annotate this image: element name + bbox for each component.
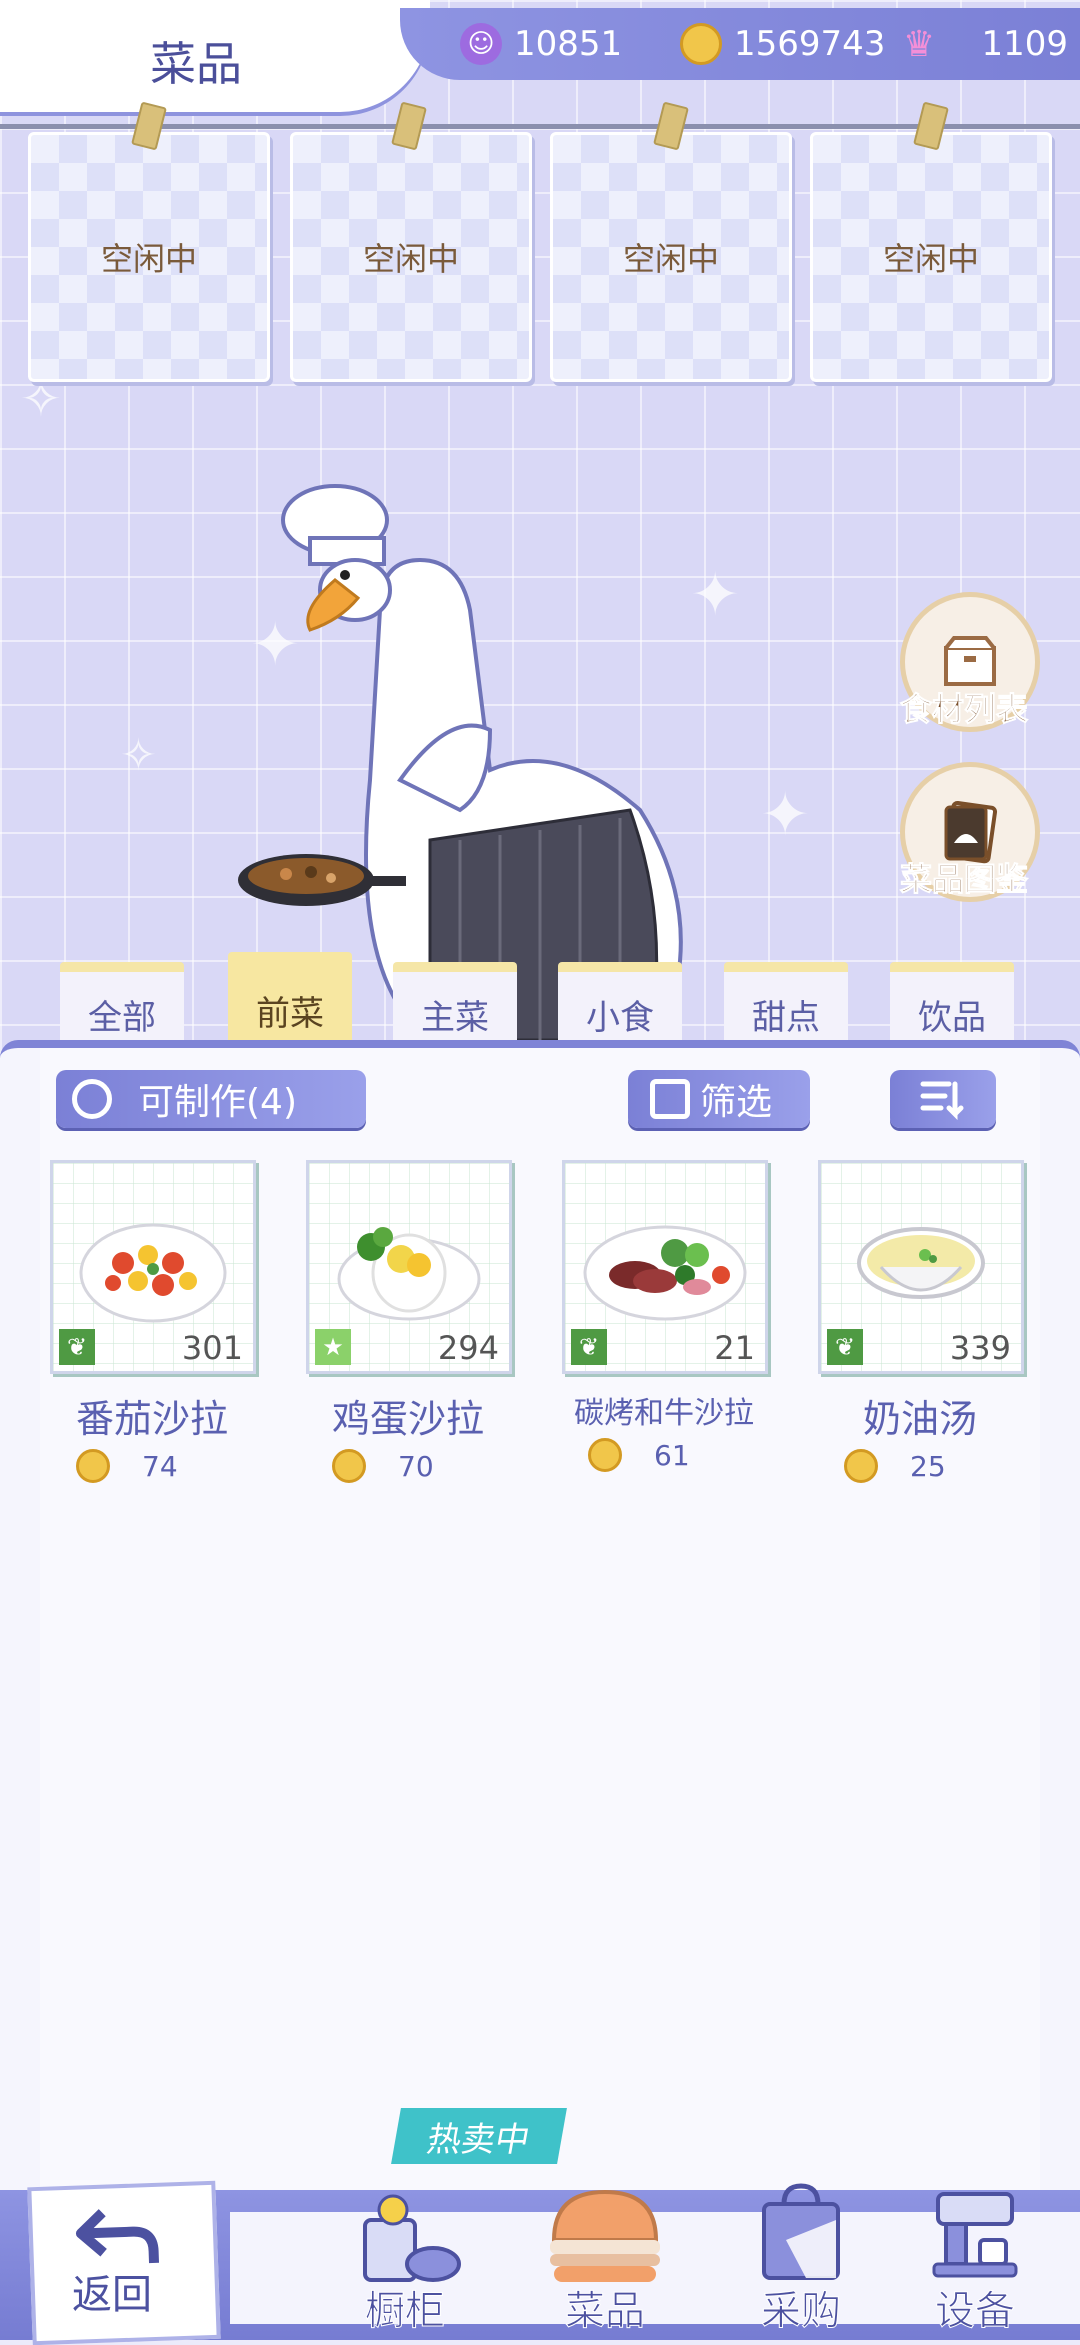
pink-swan-icon: ♛ (902, 23, 936, 65)
sort-list-icon (920, 1081, 964, 1120)
nav-label: 菜品 (565, 2288, 646, 2335)
dish-price: 25 (844, 1449, 1022, 1483)
slot-status: 空闲中 (882, 240, 979, 278)
gold-coin-icon (332, 1449, 366, 1483)
sort-button[interactable] (890, 1070, 996, 1128)
burger-icon (550, 2189, 660, 2282)
hot-sale-tag: 热卖中 (391, 2108, 567, 2164)
leaf-icon: ❦ (59, 1329, 95, 1365)
star-icon: ★ (315, 1329, 351, 1365)
currency-gem[interactable]: ☺ 10851 (460, 8, 622, 80)
dish-name: 番茄沙拉 (75, 1397, 228, 1441)
dish-card[interactable]: ❦ 339 (818, 1160, 1024, 1374)
slot-status: 空闲中 (362, 240, 459, 278)
cooking-slot-4[interactable]: 空闲中 (810, 132, 1052, 382)
dish-item[interactable]: ❦ 21 碳烤和牛沙拉 61 (562, 1160, 768, 1472)
price-value: 74 (142, 1449, 178, 1483)
page-title: 菜品 (150, 37, 242, 91)
gold-coin-icon (588, 1438, 622, 1472)
price-value: 70 (398, 1449, 434, 1483)
leaf-icon: ❦ (827, 1329, 863, 1365)
craftable-label: 可制作(4) (138, 1082, 297, 1123)
nav-cabinet[interactable]: 橱柜 (330, 2180, 480, 2335)
price-value: 25 (910, 1449, 946, 1483)
dish-name: 奶油汤 (862, 1397, 977, 1441)
box-icon (944, 636, 996, 686)
dish-name: 鸡蛋沙拉 (331, 1397, 484, 1441)
slot-status: 空闲中 (100, 240, 197, 278)
cooking-slot-1[interactable]: 空闲中 (28, 132, 270, 382)
nav-purchase[interactable]: 采购 (726, 2180, 876, 2335)
filter-button[interactable]: 筛选 (628, 1070, 810, 1128)
filter-label: 筛选 (700, 1082, 773, 1123)
frying-pan-icon (238, 854, 406, 906)
sparkle-icon: ✧ (120, 730, 157, 781)
refresh-icon (72, 1079, 112, 1119)
nav-label: 采购 (761, 2288, 842, 2335)
coin-amount: 1569743 (734, 24, 886, 64)
cooking-slot-3[interactable]: 空闲中 (550, 132, 792, 382)
purple-gem-icon: ☺ (460, 23, 502, 65)
dish-count: 301 (181, 1329, 243, 1367)
dish-price: 61 (588, 1438, 766, 1472)
dish-name: 碳烤和牛沙拉 (574, 1396, 754, 1431)
craftable-toggle-button[interactable]: 可制作(4) (56, 1070, 366, 1128)
currency-coin[interactable]: 1569743 (680, 8, 885, 80)
coffee-machine-icon (932, 2192, 1018, 2278)
magnifier-icon (650, 1079, 690, 1119)
back-label: 返回 (72, 2272, 152, 2318)
gem-amount: 10851 (514, 24, 623, 64)
cabinet-icon (363, 2194, 461, 2282)
slot-status: 空闲中 (622, 240, 719, 278)
currency-swan[interactable]: ♛ 1109 (898, 8, 1068, 80)
dish-price: 70 (332, 1449, 510, 1483)
recipe-book-label: 菜品图鉴 (899, 860, 1028, 899)
nav-dishes[interactable]: 菜品 (530, 2180, 680, 2335)
shopping-bag-icon (762, 2183, 840, 2280)
leaf-icon: ❦ (571, 1329, 607, 1365)
nav-label: 橱柜 (365, 2288, 446, 2335)
swan-amount: 1109 (981, 24, 1068, 64)
top-bar: 菜品 ☺ 10851 1569743 ♛ 1109 (0, 0, 1080, 120)
dish-count: 294 (437, 1329, 499, 1367)
nav-label: 设备 (935, 2288, 1016, 2335)
dish-card[interactable]: ❦ 21 (562, 1160, 768, 1374)
currency-bar: ☺ 10851 1569743 ♛ 1109 (400, 8, 1080, 80)
dish-item[interactable]: ★ 294 鸡蛋沙拉 70 (306, 1160, 512, 1483)
ingredient-list-label: 食材列表 (899, 690, 1028, 729)
gold-coin-icon (844, 1449, 878, 1483)
gold-coin-icon (76, 1449, 110, 1483)
dish-card[interactable]: ★ 294 (306, 1160, 512, 1374)
nav-equipment[interactable]: 设备 (900, 2180, 1050, 2335)
dish-price: 74 (76, 1449, 254, 1483)
gold-coin-icon (680, 23, 722, 65)
sparkle-icon: ✦ (760, 780, 811, 850)
dish-count: 339 (949, 1329, 1011, 1367)
dish-item[interactable]: ❦ 301 番茄沙拉 74 (50, 1160, 256, 1483)
cooking-slot-2[interactable]: 空闲中 (290, 132, 532, 382)
dish-card[interactable]: ❦ 301 (50, 1160, 256, 1374)
dish-item[interactable]: ❦ 339 奶油汤 25 (818, 1160, 1024, 1483)
dish-count: 21 (714, 1329, 755, 1367)
price-value: 61 (654, 1438, 690, 1472)
